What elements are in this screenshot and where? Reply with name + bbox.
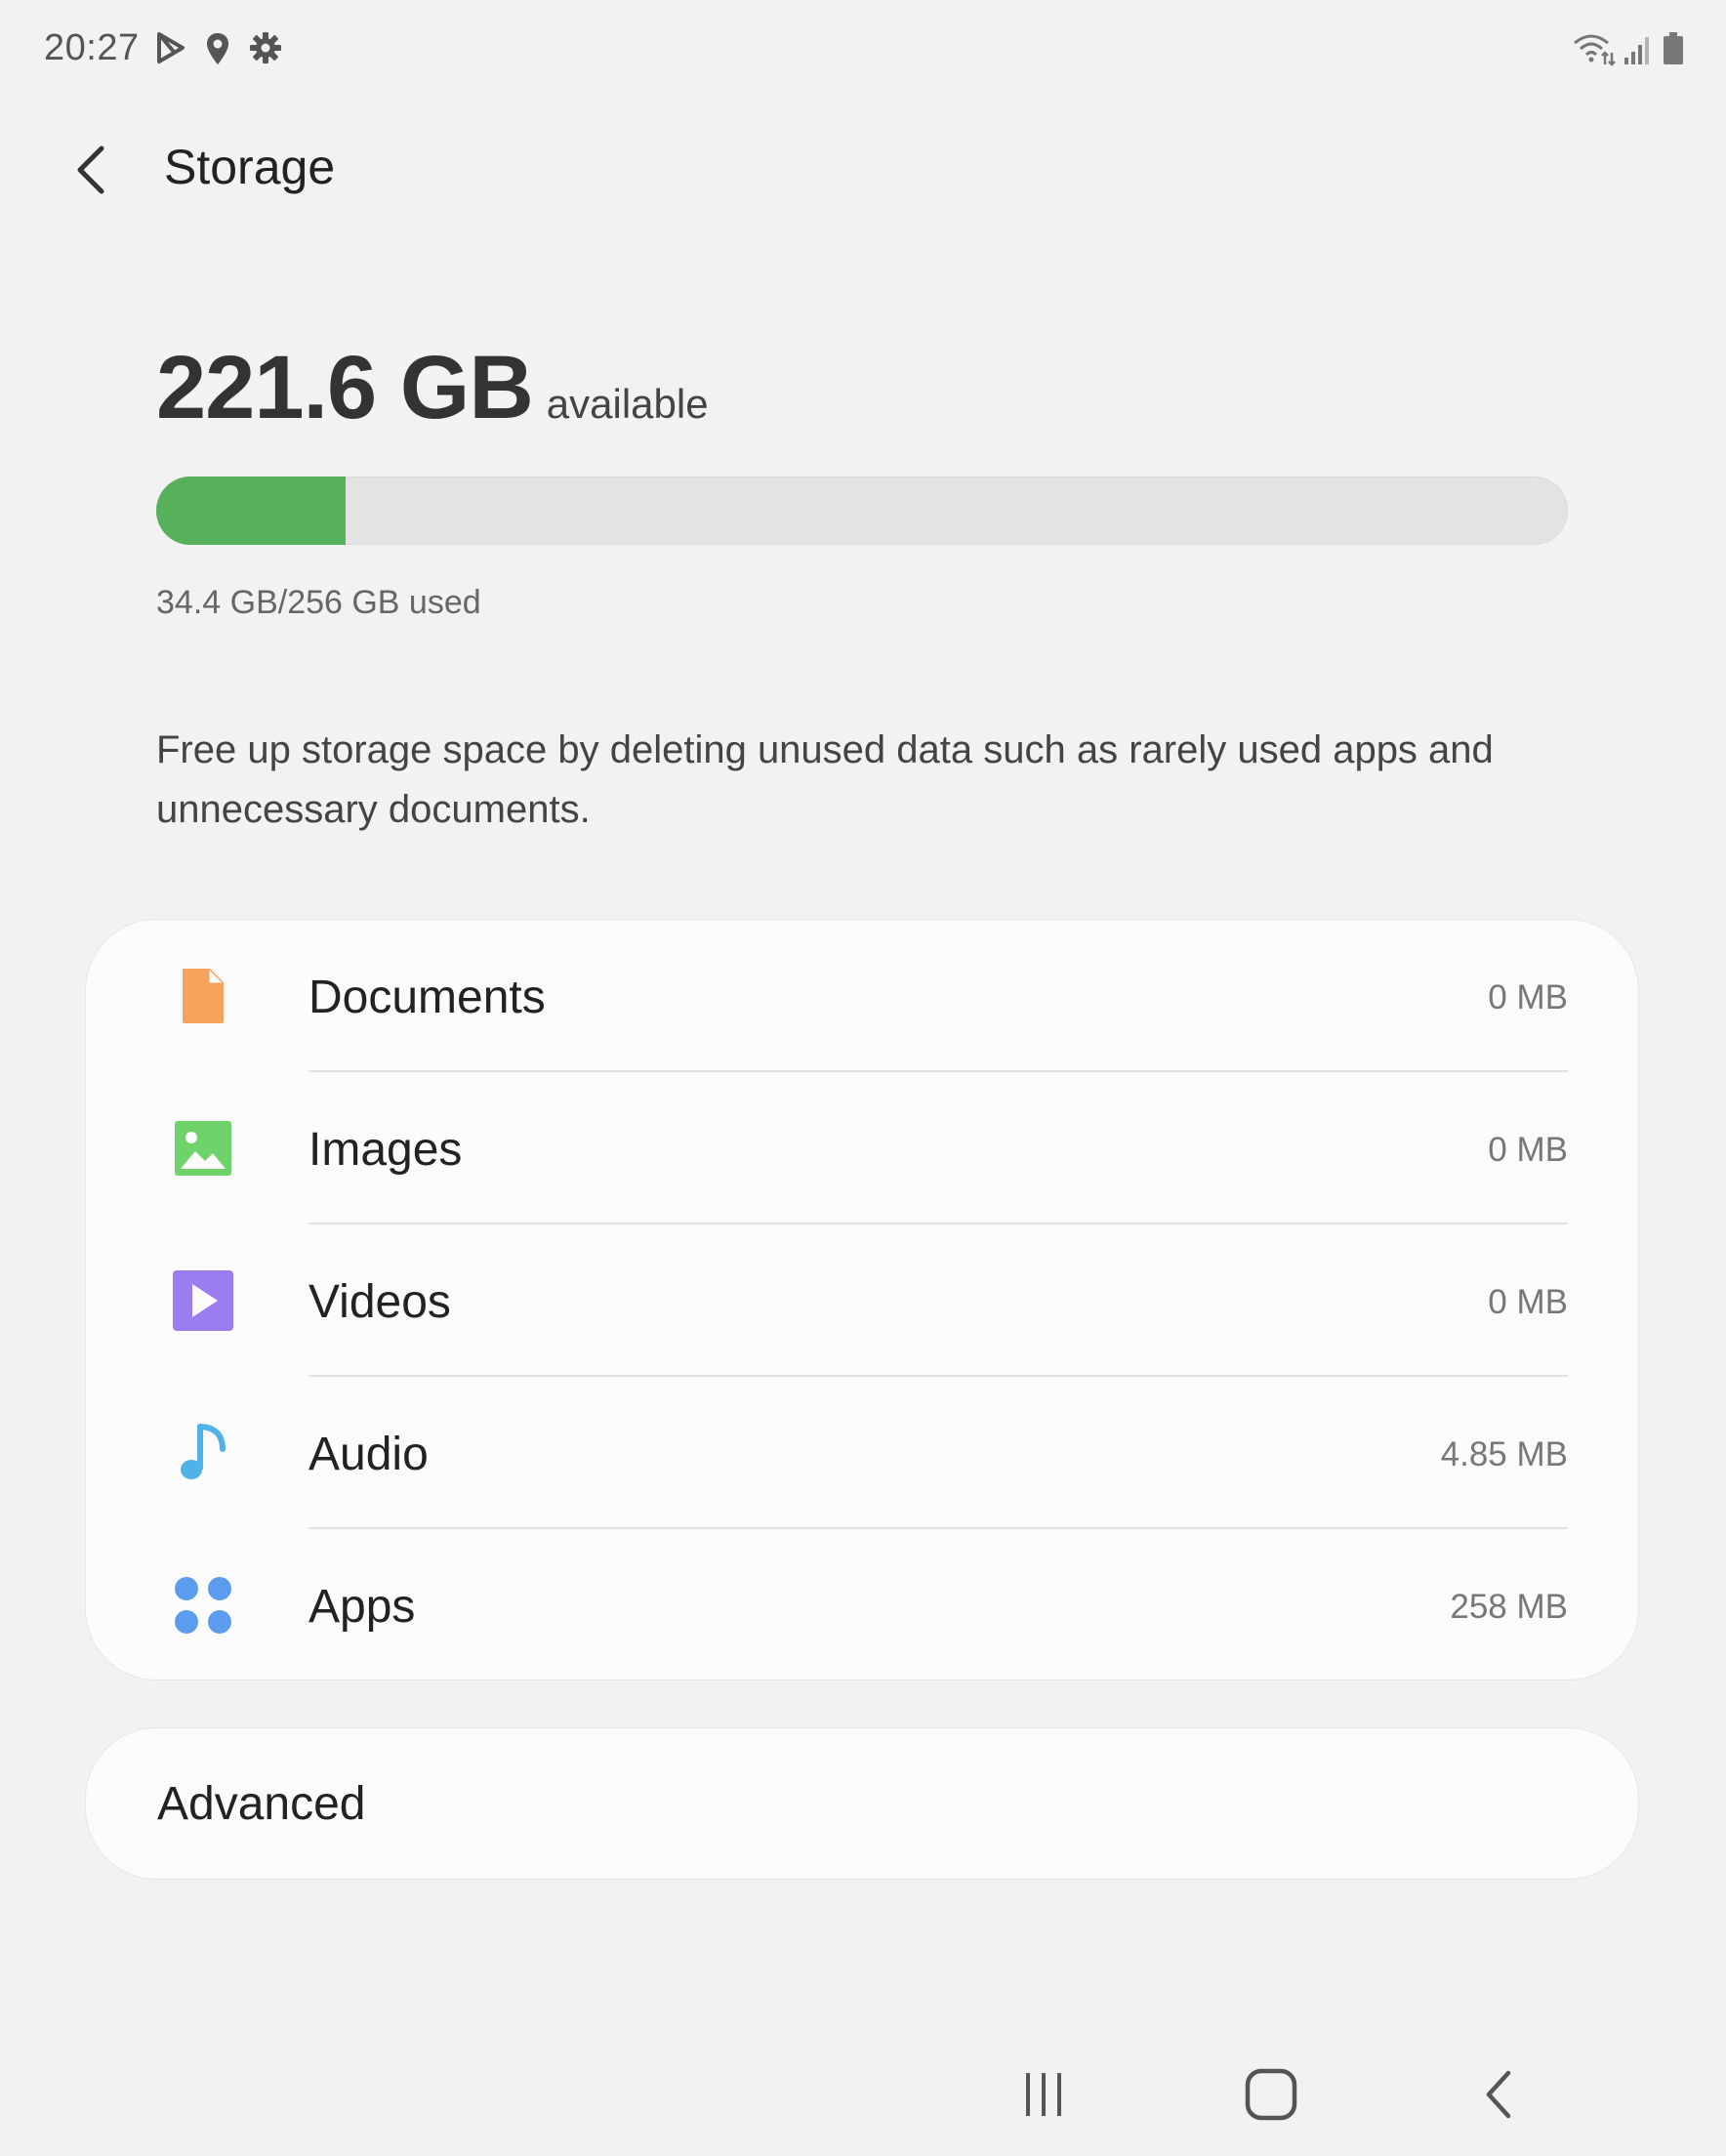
advanced-label: Advanced	[157, 1778, 366, 1830]
cellular-signal-icon	[1623, 31, 1652, 66]
recent-apps-button[interactable]	[1000, 2060, 1088, 2129]
category-label: Documents	[308, 972, 546, 1023]
advanced-button[interactable]: Advanced	[86, 1728, 1638, 1879]
apps-grid-icon	[172, 1574, 234, 1637]
category-size: 258 MB	[1450, 1588, 1568, 1626]
category-size: 0 MB	[1488, 1131, 1568, 1169]
home-icon	[1245, 2068, 1297, 2121]
category-size: 0 MB	[1488, 978, 1568, 1016]
image-icon	[172, 1117, 234, 1180]
status-bar: 20:27	[0, 0, 1726, 98]
categories-card: Documents 0 MB Images 0 MB Videos 0 MB A…	[86, 920, 1638, 1679]
page-title: Storage	[164, 140, 336, 194]
storage-used-text: 34.4 GB/256 GB used	[156, 584, 481, 621]
nav-back-button[interactable]	[1455, 2060, 1542, 2129]
storage-available-label: available	[546, 381, 709, 427]
storage-usage-bar	[156, 477, 1568, 545]
category-audio[interactable]: Audio 4.85 MB	[86, 1377, 1638, 1529]
category-label: Apps	[308, 1581, 416, 1633]
category-videos[interactable]: Videos 0 MB	[86, 1224, 1638, 1377]
storage-available-amount: 221.6 GB	[156, 338, 534, 437]
play-store-notification-icon	[156, 31, 185, 66]
back-icon	[1486, 2070, 1511, 2119]
category-documents[interactable]: Documents 0 MB	[86, 920, 1638, 1072]
category-size: 0 MB	[1488, 1283, 1568, 1321]
navigation-bar	[0, 2041, 1726, 2138]
category-label: Videos	[308, 1276, 451, 1328]
wifi-icon	[1572, 31, 1617, 66]
recent-apps-icon	[1026, 2073, 1061, 2116]
settings-gear-icon	[249, 31, 282, 66]
storage-description: Free up storage space by deleting unused…	[156, 728, 1494, 831]
storage-amount-row: 221.6 GB available	[156, 337, 1570, 439]
category-size: 4.85 MB	[1440, 1435, 1568, 1473]
music-note-icon	[172, 1422, 234, 1484]
storage-usage-bar-fill	[156, 477, 346, 545]
category-label: Images	[308, 1124, 463, 1176]
category-apps[interactable]: Apps 258 MB	[86, 1529, 1638, 1681]
category-images[interactable]: Images 0 MB	[86, 1072, 1638, 1224]
document-icon	[172, 965, 234, 1027]
location-icon	[205, 31, 230, 66]
battery-icon	[1662, 31, 1685, 66]
category-label: Audio	[308, 1429, 429, 1480]
video-icon	[172, 1269, 234, 1332]
back-button[interactable]	[61, 135, 123, 205]
back-arrow-icon	[77, 145, 104, 194]
storage-summary: 221.6 GB available 34.4 GB/256 GB used	[156, 337, 1570, 621]
status-time: 20:27	[44, 27, 140, 68]
home-button[interactable]	[1227, 2060, 1315, 2129]
